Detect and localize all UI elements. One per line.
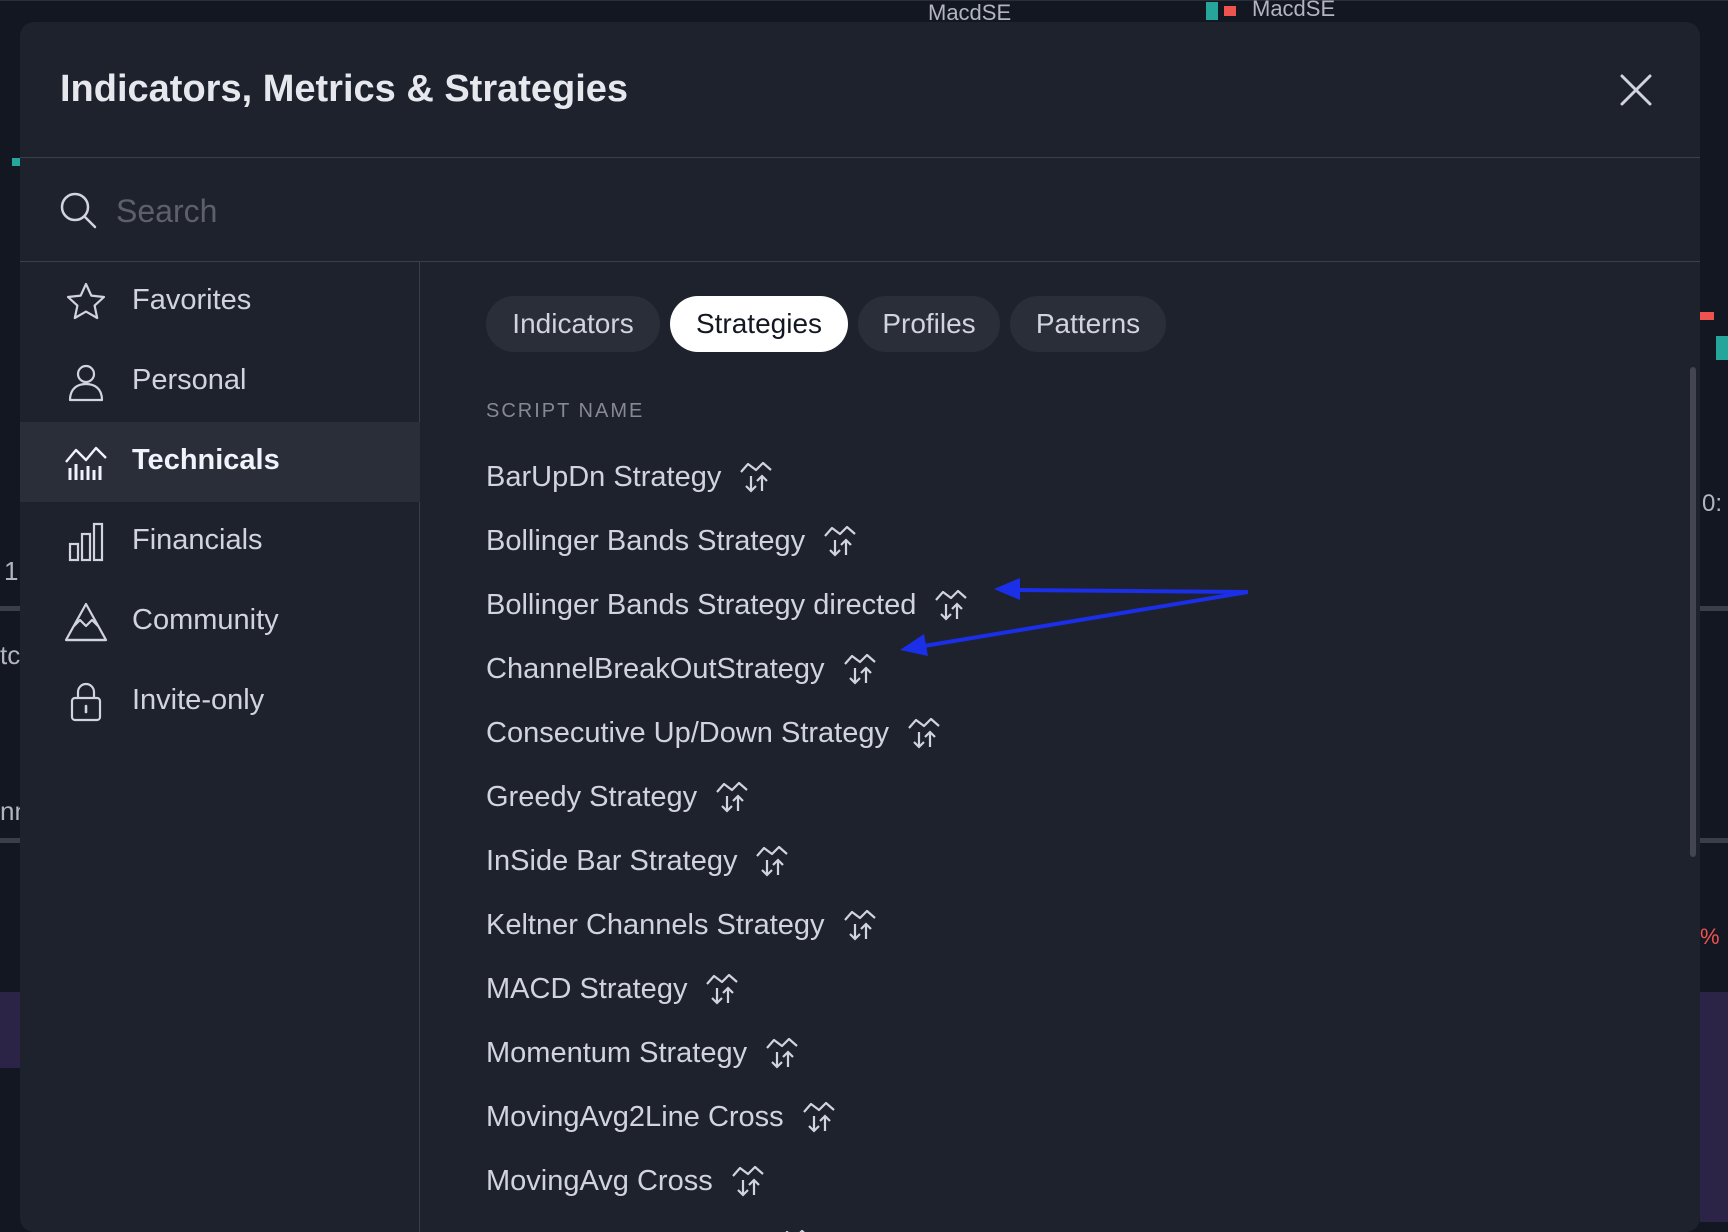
script-name: Momentum Strategy xyxy=(486,1037,747,1070)
script-list-item[interactable]: MACD Strategy xyxy=(486,964,739,1014)
chart-pane-divider xyxy=(0,606,20,611)
chart-volume-area xyxy=(1700,992,1728,1222)
star-icon xyxy=(64,280,108,324)
script-list-item[interactable]: MovingAvg Cross xyxy=(486,1156,765,1206)
script-list-item[interactable]: InSide Bar Strategy xyxy=(486,836,789,886)
strategy-icon xyxy=(765,1036,799,1070)
script-name: InSide Bar Strategy xyxy=(486,845,737,878)
bar-chart-icon xyxy=(64,520,108,564)
strategy-icon xyxy=(705,972,739,1006)
strategy-icon xyxy=(843,908,877,942)
chart-candle xyxy=(1716,336,1728,360)
script-name: OutSide Bar Strategy xyxy=(486,1229,760,1232)
sidebar-item-invite-only[interactable]: Invite-only xyxy=(20,662,420,742)
chart-candle xyxy=(12,158,20,166)
script-list-item[interactable]: Keltner Channels Strategy xyxy=(486,900,877,950)
script-list-item[interactable]: ChannelBreakOutStrategy xyxy=(486,644,877,694)
sidebar-item-label: Community xyxy=(132,604,279,637)
chart-edge-text: 1 xyxy=(4,556,18,587)
close-icon xyxy=(1614,68,1658,112)
script-list-item[interactable]: Bollinger Bands Strategy directed xyxy=(486,580,968,630)
script-list-item[interactable]: BarUpDn Strategy xyxy=(486,452,773,502)
sidebar-item-label: Financials xyxy=(132,524,263,557)
sidebar-item-technicals[interactable]: Technicals xyxy=(20,422,420,502)
chart-candle xyxy=(1224,6,1236,16)
dialog-title: Indicators, Metrics & Strategies xyxy=(60,68,628,111)
script-name: MACD Strategy xyxy=(486,973,687,1006)
sidebar-item-label: Invite-only xyxy=(132,684,264,717)
sidebar-item-label: Favorites xyxy=(132,284,251,317)
sidebar-item-favorites[interactable]: Favorites xyxy=(20,262,420,342)
strategy-icon xyxy=(731,1164,765,1198)
list-scrollbar[interactable] xyxy=(1690,367,1696,857)
chart-edge-text: tc xyxy=(0,640,20,671)
script-list-panel: Indicators Strategies Profiles Patterns … xyxy=(420,262,1700,1232)
strategy-icon xyxy=(843,652,877,686)
chart-pane-divider xyxy=(1700,838,1728,843)
script-list-item[interactable]: Momentum Strategy xyxy=(486,1028,799,1078)
script-name: MovingAvg Cross xyxy=(486,1165,713,1198)
chart-edge-text: 0: xyxy=(1702,490,1722,518)
chart-pane-divider xyxy=(1700,606,1728,611)
script-list-item[interactable]: Greedy Strategy xyxy=(486,772,749,822)
script-name: MovingAvg2Line Cross xyxy=(486,1101,784,1134)
community-icon xyxy=(64,600,108,644)
sidebar-item-label: Technicals xyxy=(132,444,280,477)
sidebar-item-label: Personal xyxy=(132,364,246,397)
strategy-icon xyxy=(823,524,857,558)
sidebar-item-financials[interactable]: Financials xyxy=(20,502,420,582)
chart-candle xyxy=(1206,2,1218,20)
technicals-chart-icon xyxy=(64,440,108,484)
script-name: ChannelBreakOutStrategy xyxy=(486,653,825,686)
script-name: Keltner Channels Strategy xyxy=(486,909,825,942)
search-input[interactable] xyxy=(114,182,1618,240)
strategy-icon xyxy=(739,460,773,494)
chart-pane-divider xyxy=(0,838,20,843)
script-list-item[interactable]: Consecutive Up/Down Strategy xyxy=(486,708,941,758)
chart-candle xyxy=(1700,312,1714,320)
sidebar-item-personal[interactable]: Personal xyxy=(20,342,420,422)
close-button[interactable] xyxy=(1614,68,1658,112)
category-sidebar: Favorites Personal Technicals xyxy=(20,262,420,1232)
strategy-icon xyxy=(715,780,749,814)
tab-indicators[interactable]: Indicators xyxy=(486,296,660,352)
script-name: BarUpDn Strategy xyxy=(486,461,721,494)
chart-edge-text: % xyxy=(1700,924,1720,950)
strategy-icon xyxy=(755,844,789,878)
tab-strategies[interactable]: Strategies xyxy=(670,296,848,352)
tab-patterns[interactable]: Patterns xyxy=(1010,296,1166,352)
lock-icon xyxy=(64,680,108,724)
indicators-dialog: Indicators, Metrics & Strategies Favorit… xyxy=(20,22,1700,1232)
strategy-icon xyxy=(802,1100,836,1134)
script-name: Greedy Strategy xyxy=(486,781,697,814)
script-name: Bollinger Bands Strategy directed xyxy=(486,589,916,622)
script-list-item[interactable]: Bollinger Bands Strategy xyxy=(486,516,857,566)
search-bar xyxy=(20,158,1700,262)
column-header-script-name: SCRIPT NAME xyxy=(486,400,644,423)
script-name: Bollinger Bands Strategy xyxy=(486,525,805,558)
search-icon xyxy=(58,190,98,230)
script-name: Consecutive Up/Down Strategy xyxy=(486,717,889,750)
chart-label-macdse-right: MacdSE xyxy=(1252,0,1335,22)
person-icon xyxy=(64,360,108,404)
strategy-icon xyxy=(907,716,941,750)
dialog-header: Indicators, Metrics & Strategies xyxy=(20,22,1700,158)
script-list-item[interactable]: MovingAvg2Line Cross xyxy=(486,1092,836,1142)
chart-volume-area xyxy=(0,992,20,1068)
strategy-icon xyxy=(778,1228,812,1232)
sidebar-item-community[interactable]: Community xyxy=(20,582,420,662)
tab-profiles[interactable]: Profiles xyxy=(858,296,1000,352)
strategy-icon xyxy=(934,588,968,622)
